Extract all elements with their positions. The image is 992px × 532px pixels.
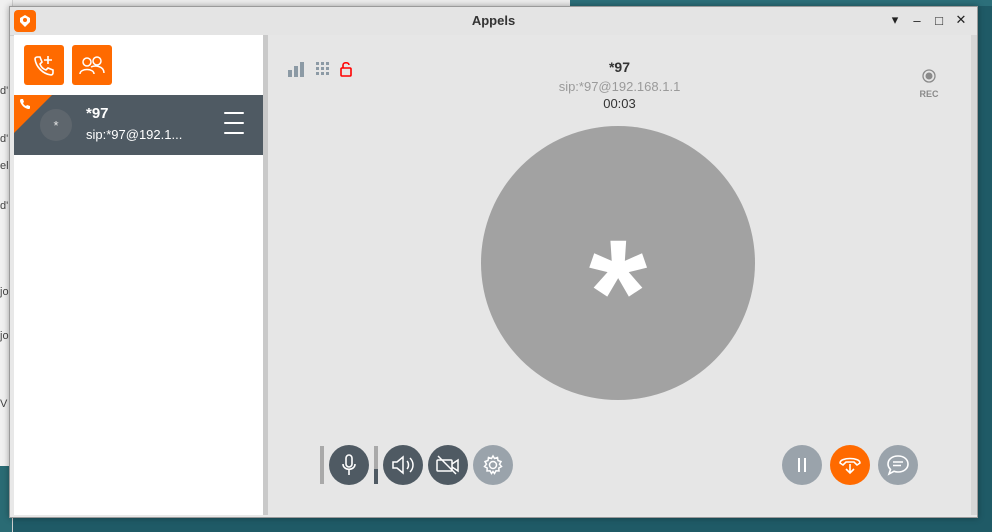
call-contact-name: *97	[86, 105, 109, 122]
call-duration: 00:03	[603, 96, 636, 111]
call-avatar: *	[40, 109, 72, 141]
phone-icon	[20, 99, 30, 109]
chat-bubble-icon	[887, 455, 909, 476]
minimize-button[interactable]: –	[909, 11, 925, 29]
hangup-icon	[839, 457, 861, 475]
pause-button[interactable]	[782, 445, 822, 485]
pin-button[interactable]: ▾	[887, 11, 903, 29]
gear-icon	[483, 454, 503, 475]
calls-sidebar: * *97 sip:*97@192.1...	[14, 35, 263, 515]
record-button[interactable]: REC	[916, 69, 942, 99]
callee-avatar-initial: *	[588, 208, 648, 376]
hangup-button[interactable]	[830, 445, 870, 485]
group-icon	[79, 56, 105, 75]
call-settings-button[interactable]	[473, 445, 513, 485]
calls-window: Appels ▾ – □ ✕ * *97 sip:*97@192.1... *9…	[9, 6, 978, 518]
speaker-level-meter	[374, 446, 378, 484]
microphone-button[interactable]	[329, 445, 369, 485]
new-call-button[interactable]	[24, 45, 64, 85]
title-bar: Appels ▾ – □ ✕	[10, 7, 977, 36]
chat-button[interactable]	[878, 445, 918, 485]
window-edge	[971, 35, 977, 515]
phone-plus-icon	[34, 56, 54, 76]
speaker-icon	[392, 455, 414, 475]
callee-name: *97	[608, 59, 631, 75]
microphone-level-meter	[320, 446, 324, 484]
menu-icon[interactable]	[224, 112, 244, 134]
record-icon	[922, 69, 936, 83]
call-view: *97 sip:*97@192.168.1.1 00:03 REC *	[268, 35, 971, 515]
call-sip-address: sip:*97@192.1...	[86, 127, 183, 142]
camera-off-icon	[436, 455, 459, 475]
window-title: Appels	[471, 13, 516, 28]
conference-button[interactable]	[72, 45, 112, 85]
callee-avatar: *	[481, 126, 755, 400]
speaker-button[interactable]	[383, 445, 423, 485]
microphone-icon	[342, 454, 356, 475]
call-list-item[interactable]: * *97 sip:*97@192.1...	[14, 95, 263, 155]
close-button[interactable]: ✕	[953, 11, 969, 29]
pause-icon	[798, 458, 806, 472]
camera-button[interactable]	[428, 445, 468, 485]
maximize-button[interactable]: □	[931, 11, 947, 29]
record-label: REC	[919, 89, 939, 99]
callee-sip-address: sip:*97@192.168.1.1	[558, 79, 681, 94]
